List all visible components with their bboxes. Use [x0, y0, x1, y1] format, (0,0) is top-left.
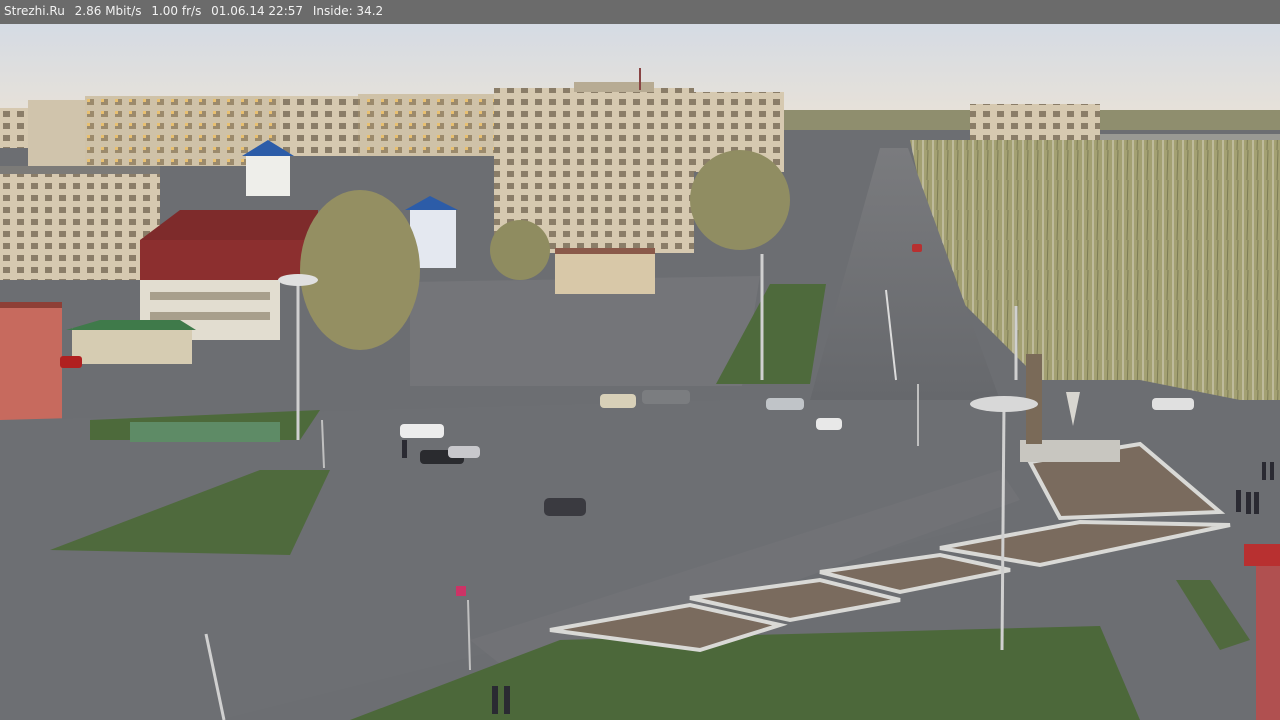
bitrate-readout: 2.86 Mbit/s — [74, 4, 142, 18]
framerate-readout: 1.00 fr/s — [151, 4, 202, 18]
green-sign-plate — [130, 422, 280, 442]
right-edge-sign — [1256, 560, 1280, 720]
building-left-grey — [0, 166, 160, 280]
pink-building-left — [0, 302, 62, 422]
trees-left-middle — [300, 190, 420, 350]
stage-building — [555, 252, 655, 294]
distant-building-right — [970, 104, 1100, 140]
street-scene — [0, 24, 1280, 720]
camera-status-overlay: Strezhi.Ru 2.86 Mbit/s 1.00 fr/s 01.06.1… — [0, 0, 1280, 24]
site-name: Strezhi.Ru — [4, 4, 65, 18]
timestamp: 01.06.14 22:57 — [211, 4, 304, 18]
inside-temperature: Inside: 34.2 — [312, 4, 384, 18]
webcam-view: Strezhi.Ru 2.86 Mbit/s 1.00 fr/s 01.06.1… — [0, 0, 1280, 720]
green-roof-pavilion — [66, 320, 196, 364]
